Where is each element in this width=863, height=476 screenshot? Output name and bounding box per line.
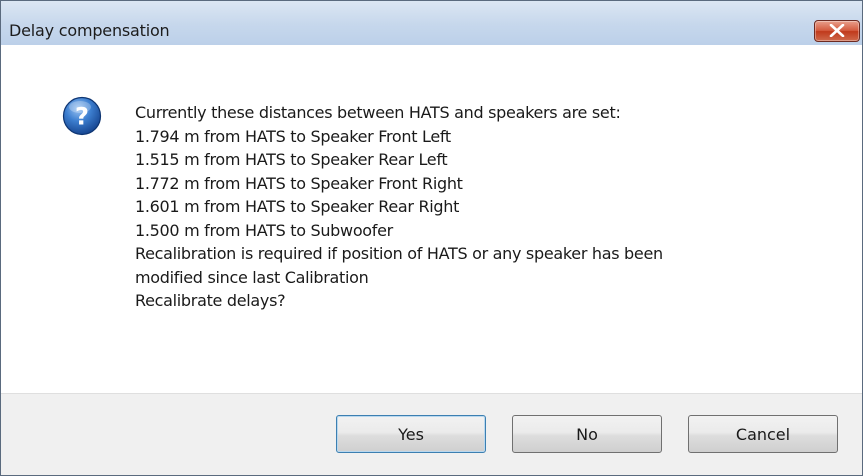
no-button[interactable]: No — [512, 415, 662, 453]
dialog-window: Delay compensation ? Currently these dis… — [0, 0, 863, 476]
message-line: 1.794 m from HATS to Speaker Front Left — [135, 126, 451, 146]
message-line: 1.601 m from HATS to Speaker Rear Right — [135, 197, 460, 216]
svg-text:?: ? — [75, 103, 89, 131]
dialog-content: ? Currently these distances between HATS… — [1, 45, 862, 393]
message-line: Recalibrate delays? — [135, 291, 286, 310]
message-line: Recalibration is required if position of… — [135, 244, 663, 263]
close-icon — [829, 24, 845, 37]
title-bar[interactable]: Delay compensation — [1, 1, 862, 45]
cancel-button[interactable]: Cancel — [688, 415, 838, 453]
message-line: modified since last Calibration — [135, 267, 369, 287]
message-line: 1.500 m from HATS to Subwoofer — [135, 220, 393, 240]
button-bar: Yes No Cancel — [1, 393, 862, 475]
window-title: Delay compensation — [9, 21, 170, 40]
message-text: Currently these distances between HATS a… — [135, 101, 835, 313]
message-line: Currently these distances between HATS a… — [135, 103, 621, 122]
message-line: 1.772 m from HATS to Speaker Front Right — [135, 173, 463, 193]
question-icon: ? — [62, 96, 102, 136]
message-line: 1.515 m from HATS to Speaker Rear Left — [135, 150, 448, 169]
yes-button[interactable]: Yes — [336, 415, 486, 453]
close-button[interactable] — [814, 20, 860, 42]
